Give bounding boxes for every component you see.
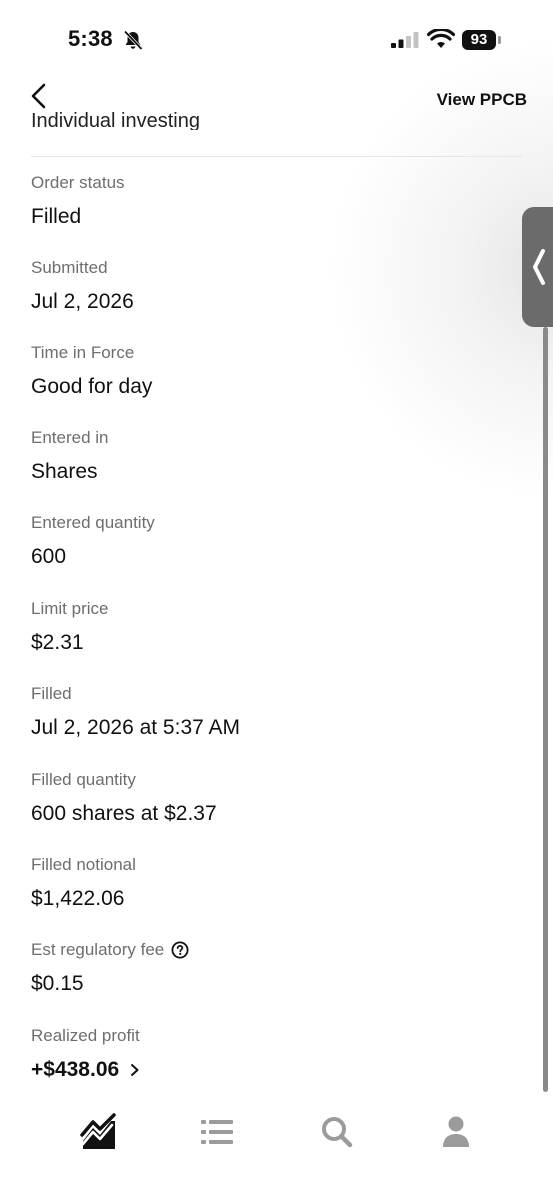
field-label: Submitted [31,258,108,277]
field-label: Filled quantity [31,770,136,789]
field-label-row: Est regulatory fee [31,939,189,961]
battery-icon: 93 [462,30,496,50]
field-value: Good for day [31,375,153,398]
field-value: 600 [31,545,67,568]
filled-notional-field: Filled notional $1,422.06 [31,854,136,912]
limit-price-field: Limit price $2.31 [31,598,108,656]
field-label: Limit price [31,599,109,618]
field-label: Filled [31,684,72,703]
search-icon[interactable] [317,1113,357,1151]
chevron-right-icon [131,1064,139,1076]
field-label: Realized profit [31,1026,140,1045]
order-status-field: Order status Filled [31,172,125,230]
bottom-navigation [0,1100,553,1200]
status-bar: 5:38 93 [0,0,553,80]
order-detail-screen: 5:38 93 View PPCB Individual investing O… [0,0,553,1200]
realized-profit-value: +$438.06 [31,1058,120,1081]
field-value: $1,422.06 [31,887,125,910]
scrollbar[interactable] [543,327,548,1092]
field-value: Shares [31,460,98,483]
account-icon[interactable] [436,1113,476,1151]
status-time: 5:38 [68,26,113,51]
field-value: Jul 2, 2026 [31,290,134,313]
battery-tip [498,36,501,44]
account-name-cutoff: Individual investing [31,104,291,130]
account-name-text: Individual investing [31,110,200,130]
field-label: Order status [31,173,125,192]
chevron-left-icon [533,249,545,285]
entered-in-field: Entered in Shares [31,427,109,485]
cellular-signal-icon [391,32,419,48]
realized-profit-field: Realized profit +$438.06 [31,1025,141,1083]
field-label: Entered quantity [31,513,155,532]
field-value: Filled [31,205,82,228]
bell-slash-icon [123,30,143,51]
regulatory-fee-field: Est regulatory fee $0.15 [31,939,189,997]
investing-chart-icon[interactable] [78,1113,118,1151]
field-value: Jul 2, 2026 at 5:37 AM [31,716,240,739]
field-value: $0.15 [31,972,84,995]
wifi-icon [427,29,455,48]
view-ticker-link[interactable]: View PPCB [437,90,527,110]
filled-field: Filled Jul 2, 2026 at 5:37 AM [31,683,240,741]
list-icon[interactable] [197,1113,237,1151]
side-panel-handle[interactable] [522,207,553,327]
divider [31,156,522,157]
field-value: $2.31 [31,631,84,654]
time-in-force-field: Time in Force Good for day [31,342,152,400]
submitted-field: Submitted Jul 2, 2026 [31,257,134,315]
realized-profit-link[interactable]: +$438.06 [31,1057,141,1083]
field-label: Entered in [31,428,109,447]
entered-quantity-field: Entered quantity 600 [31,512,155,570]
filled-quantity-field: Filled quantity 600 shares at $2.37 [31,769,217,827]
field-label: Est regulatory fee [31,940,165,959]
field-label: Filled notional [31,855,136,874]
help-circle-icon[interactable] [171,941,189,959]
field-label: Time in Force [31,343,135,362]
field-value: 600 shares at $2.37 [31,802,217,825]
